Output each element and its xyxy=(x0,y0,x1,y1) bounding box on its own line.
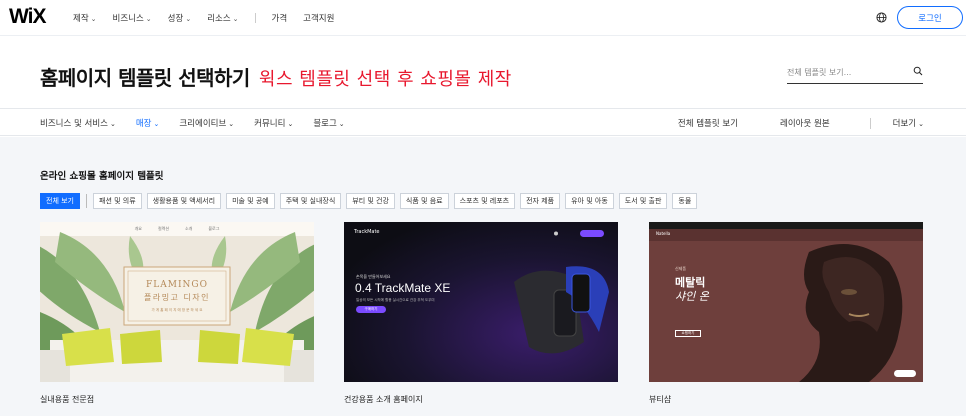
preview-eyebrow: 손목을 만들어보세요 xyxy=(356,274,391,279)
chevron-down-icon: ⌄ xyxy=(145,15,152,23)
nav-item-business[interactable]: 비즈니스 ⌄ xyxy=(113,12,152,24)
filter-divider xyxy=(86,194,87,208)
wix-logo[interactable]: WiX xyxy=(9,5,46,29)
category-menu: 비즈니스 및 서비스 ⌄ 매장 ⌄ 크리에이티브 ⌄ 커뮤니티 ⌄ 블로그 ⌄ xyxy=(40,109,365,137)
chevron-down-icon: ⌄ xyxy=(90,15,97,23)
template-card[interactable]: Natella 신제품 메탈릭 샤인 온 쇼핑하기 뷰티샵 xyxy=(649,222,923,405)
preview-body: 일상의 모든 시작에 활용 실시간으로 건강 추적 도우미 xyxy=(356,298,435,302)
chevron-down-icon: ⌄ xyxy=(228,120,235,128)
search-icon[interactable] xyxy=(913,66,923,76)
main-menu: 제작 ⌄ 비즈니스 ⌄ 성장 ⌄ 리소스 ⌄ 가격 고객지원 xyxy=(73,0,350,36)
filter-chip[interactable]: 동물 xyxy=(672,193,698,209)
preview-title-line2: 샤인 온 xyxy=(675,290,709,303)
chevron-down-icon: ⌄ xyxy=(232,15,239,23)
template-thumbnail[interactable]: 개요 컬렉션 소개 블로그 FLAMINGO 플라밍고 디자인 가 게 홈 페 이 지… xyxy=(40,222,314,382)
nav-item-grow[interactable]: 성장 ⌄ xyxy=(168,12,192,24)
preview-tagline: 가 게 홈 페 이 지 에 방 문 하 세 요 xyxy=(151,308,203,312)
template-thumbnail[interactable]: TrackMate 손목을 만들어보세요 0.4 TrackMate XE 일상… xyxy=(344,222,618,382)
category-store[interactable]: 매장 ⌄ xyxy=(136,117,160,129)
page-title: 홈페이지 템플릿 선택하기 xyxy=(40,66,250,90)
template-thumbnail[interactable]: Natella 신제품 메탈릭 샤인 온 쇼핑하기 xyxy=(649,222,923,382)
login-button[interactable]: 로그인 xyxy=(897,6,963,29)
category-actions: 전체 템플릿 보기 레이아웃 원본 더보기 ⌄ xyxy=(636,109,924,137)
filter-chip[interactable]: 식품 및 음료 xyxy=(399,193,449,209)
category-business[interactable]: 비즈니스 및 서비스 ⌄ xyxy=(40,117,116,129)
preview-title: 0.4 TrackMate XE xyxy=(355,281,451,295)
preview-buy-button: 구매하기 xyxy=(356,306,386,313)
template-name[interactable]: 실내용품 전문점 xyxy=(40,394,314,405)
nav-item-pricing[interactable]: 가격 xyxy=(272,12,288,24)
filter-chip[interactable]: 미술 및 공예 xyxy=(226,193,275,209)
chevron-down-icon: ⌄ xyxy=(918,120,924,128)
template-name[interactable]: 건강용품 소개 홈페이지 xyxy=(344,394,618,405)
template-search xyxy=(787,60,923,84)
filter-chip[interactable]: 스포츠 및 레포츠 xyxy=(453,193,516,209)
template-gallery: 온라인 쇼핑몰 홈페이지 템플릿 전체 보기 패션 및 의류 생활용품 및 액세… xyxy=(0,137,966,416)
template-card[interactable]: 개요 컬렉션 소개 블로그 FLAMINGO 플라밍고 디자인 가 게 홈 페 이 지… xyxy=(40,222,314,405)
chevron-down-icon: ⌄ xyxy=(109,120,116,128)
filter-chip[interactable]: 생활용품 및 액세서리 xyxy=(146,193,222,209)
chevron-down-icon: ⌄ xyxy=(185,15,192,23)
preview-brand: TrackMate xyxy=(354,229,380,235)
search-input[interactable] xyxy=(787,61,902,84)
preview-title: FLAMINGO xyxy=(146,280,208,290)
chevron-down-icon: ⌄ xyxy=(338,120,345,128)
more-menu[interactable]: 더보기 ⌄ xyxy=(893,117,924,129)
section-title: 온라인 쇼핑몰 홈페이지 템플릿 xyxy=(40,171,164,182)
filter-chip[interactable]: 뷰티 및 건강 xyxy=(346,193,395,209)
title-annotation: 윅스 템플릿 선택 후 쇼핑몰 제작 xyxy=(258,69,512,90)
nav-item-support[interactable]: 고객지원 xyxy=(303,12,334,24)
globe-icon[interactable] xyxy=(876,12,887,23)
filter-chip[interactable]: 전체 보기 xyxy=(40,193,80,209)
preview-brand: Natella xyxy=(656,231,671,236)
category-bar: 비즈니스 및 서비스 ⌄ 매장 ⌄ 크리에이티브 ⌄ 커뮤니티 ⌄ 블로그 ⌄ 전체 템플… xyxy=(0,108,966,136)
preview-shop-button: 쇼핑하기 xyxy=(675,330,701,337)
preview-subtitle: 플라밍고 디자인 xyxy=(143,293,211,302)
chevron-down-icon: ⌄ xyxy=(287,120,294,128)
template-card[interactable]: TrackMate 손목을 만들어보세요 0.4 TrackMate XE 일상… xyxy=(344,222,618,405)
chevron-down-icon: ⌄ xyxy=(153,120,160,128)
filter-chip[interactable]: 주택 및 실내장식 xyxy=(279,193,342,209)
template-name[interactable]: 뷰티샵 xyxy=(649,394,923,405)
filter-chip[interactable]: 전자 제품 xyxy=(520,193,561,209)
nav-item-resources[interactable]: 리소스 ⌄ xyxy=(207,12,238,24)
category-creative[interactable]: 크리에이티브 ⌄ xyxy=(179,117,234,129)
filter-chip[interactable]: 패션 및 의류 xyxy=(93,193,142,209)
blank-templates-link[interactable]: 레이아웃 원본 xyxy=(780,117,830,129)
all-templates-link[interactable]: 전체 템플릿 보기 xyxy=(678,117,738,129)
preview-eyebrow: 신제품 xyxy=(675,266,687,271)
filter-chip[interactable]: 도서 및 출판 xyxy=(618,193,668,209)
top-navigation: WiX 제작 ⌄ 비즈니스 ⌄ 성장 ⌄ 리소스 ⌄ 가격 고객지원 로그인 xyxy=(0,0,966,36)
filter-chips: 전체 보기 패션 및 의류 생활용품 및 액세서리 미술 및 공예 주택 및 실… xyxy=(40,193,702,209)
filter-chip[interactable]: 유아 및 아동 xyxy=(565,193,614,209)
category-community[interactable]: 커뮤니티 ⌄ xyxy=(254,117,293,129)
nav-item-create[interactable]: 제작 ⌄ xyxy=(73,12,97,24)
page-header: 홈페이지 템플릿 선택하기 윅스 템플릿 선택 후 쇼핑몰 제작 xyxy=(40,62,512,91)
category-divider xyxy=(869,117,871,129)
category-blog[interactable]: 블로그 ⌄ xyxy=(313,117,344,129)
preview-nav: 개요 컬렉션 소개 블로그 xyxy=(134,226,220,231)
nav-divider xyxy=(254,13,256,23)
